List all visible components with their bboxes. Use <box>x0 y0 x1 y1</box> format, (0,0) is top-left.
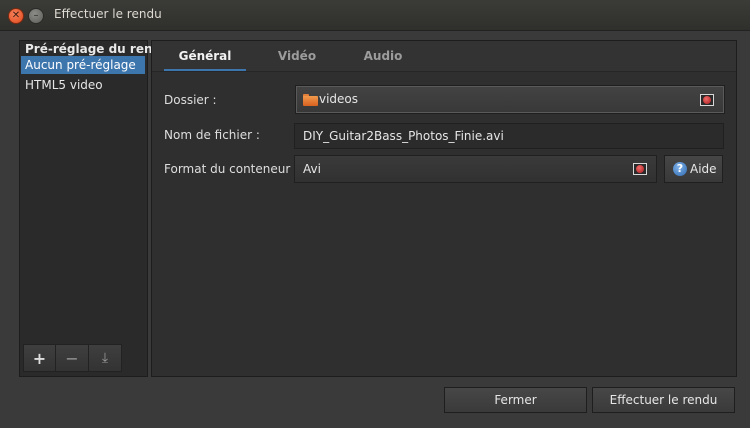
render-dialog: ✕ – Effectuer le rendu Pré-réglage du re… <box>0 0 750 428</box>
folder-value: videos <box>319 92 359 106</box>
close-window-icon[interactable]: ✕ <box>8 8 24 24</box>
tab-audio[interactable]: Audio <box>338 41 428 71</box>
tab-general[interactable]: Général <box>160 41 250 71</box>
download-icon: ⤓ <box>101 350 109 366</box>
folder-menu-icon <box>700 94 714 106</box>
preset-toolbar: + − ⤓ <box>23 344 122 372</box>
close-button[interactable]: Fermer <box>444 387 587 413</box>
remove-preset-button[interactable]: − <box>56 344 89 372</box>
preset-panel: Pré-réglage du rendu Aucun pré-réglage H… <box>19 40 170 377</box>
plus-icon: + <box>32 348 47 368</box>
container-format-select[interactable]: Avi <box>294 155 657 183</box>
help-button[interactable]: ? Aide <box>664 155 723 183</box>
tab-video[interactable]: Vidéo <box>252 41 342 71</box>
title-bar: ✕ – Effectuer le rendu <box>0 0 750 31</box>
tab-bar: Général Vidéo Audio <box>152 41 736 72</box>
container-label: Format du conteneur : <box>164 162 299 176</box>
add-preset-button[interactable]: + <box>23 344 56 372</box>
preset-item-html5[interactable]: HTML5 video <box>21 76 145 94</box>
folder-chooser[interactable]: videos <box>295 85 725 114</box>
help-icon: ? <box>673 162 687 176</box>
minimize-window-icon[interactable]: – <box>28 8 44 24</box>
window-title: Effectuer le rendu <box>54 7 162 21</box>
preset-item-none[interactable]: Aucun pré-réglage <box>21 56 145 74</box>
dropdown-icon <box>633 163 647 175</box>
save-preset-button[interactable]: ⤓ <box>89 344 122 372</box>
help-label: Aide <box>690 162 717 176</box>
filename-field[interactable]: DIY_Guitar2Bass_Photos_Finie.avi <box>294 123 724 149</box>
render-button[interactable]: Effectuer le rendu <box>592 387 735 413</box>
minus-icon: − <box>65 348 79 368</box>
folder-icon <box>303 94 318 106</box>
settings-panel: Général Vidéo Audio Dossier : videos Nom… <box>151 40 737 377</box>
folder-label: Dossier : <box>164 93 217 107</box>
filename-label: Nom de fichier : <box>164 128 260 142</box>
container-format-value: Avi <box>303 162 321 176</box>
preset-header: Pré-réglage du rendu <box>25 42 170 56</box>
